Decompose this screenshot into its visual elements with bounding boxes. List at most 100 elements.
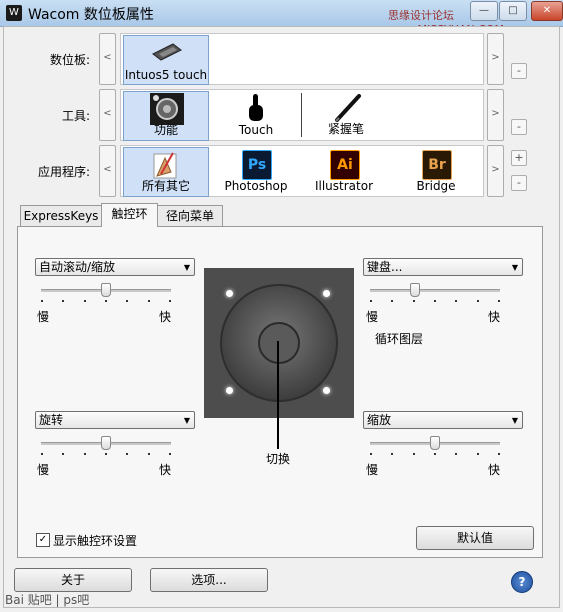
- tablet-remove-button[interactable]: -: [511, 63, 527, 79]
- tablet-icon: [152, 43, 182, 61]
- window-title: Wacom 数位板属性: [28, 7, 154, 23]
- tablet-scroll-right-button[interactable]: >: [487, 33, 504, 85]
- slider-tick: [477, 453, 479, 455]
- slider-track[interactable]: [370, 289, 500, 292]
- tool-item-grip-pen[interactable]: 紧握笔: [303, 91, 389, 139]
- dropdown-value: 自动滚动/缩放: [39, 260, 116, 274]
- chevron-down-icon: ▼: [183, 263, 190, 272]
- show-settings-checkbox[interactable]: ✓: [36, 533, 50, 547]
- tablet-strip: Intuos5 touch: [120, 33, 484, 85]
- slider-tick: [41, 453, 43, 455]
- bottom-right-mode-dropdown[interactable]: 缩放 ▼: [363, 411, 523, 429]
- slider-thumb[interactable]: [410, 283, 420, 297]
- center-button-label: 切换: [266, 452, 291, 466]
- tool-item-label: 功能: [153, 123, 178, 137]
- slider-thumb[interactable]: [430, 436, 440, 450]
- bottom-right-speed-slider[interactable]: 慢快: [366, 436, 500, 481]
- bridge-icon: Br: [422, 150, 452, 180]
- slider-tick: [126, 300, 128, 302]
- slider-slow-label: 慢: [366, 310, 379, 324]
- slider-tick: [41, 300, 43, 302]
- tool-item-touch[interactable]: Touch: [213, 91, 299, 139]
- slider-tick: [434, 453, 436, 455]
- app-add-button[interactable]: +: [511, 150, 527, 166]
- bottom-left-mode-dropdown[interactable]: 旋转 ▼: [35, 411, 195, 429]
- chevron-down-icon: ▼: [511, 263, 518, 272]
- minimize-button[interactable]: —: [470, 1, 498, 21]
- app-item-label: 所有其它: [141, 179, 190, 193]
- slider-tick: [84, 300, 86, 302]
- tab-expresskeys[interactable]: ExpressKeys: [20, 205, 102, 227]
- app-item-label: Bridge: [416, 179, 456, 193]
- slider-tick: [126, 453, 128, 455]
- top-left-mode-dropdown[interactable]: 自动滚动/缩放 ▼: [35, 258, 195, 276]
- help-icon[interactable]: ?: [511, 571, 533, 593]
- tool-scroll-left-button[interactable]: <: [99, 89, 116, 141]
- tab-radial-menu[interactable]: 径向菜单: [157, 205, 223, 227]
- slider-thumb[interactable]: [101, 436, 111, 450]
- tab-touchring[interactable]: 触控环: [101, 203, 158, 227]
- slider-thumb[interactable]: [101, 283, 111, 297]
- tablet-row-label: 数位板:: [49, 53, 90, 67]
- touch-hand-icon: [249, 94, 263, 121]
- options-button[interactable]: 选项...: [150, 568, 268, 592]
- slider-tick: [455, 300, 457, 302]
- ring-led-bottom-right: [323, 387, 330, 394]
- top-right-mode-dropdown[interactable]: 键盘... ▼: [363, 258, 523, 276]
- slider-tick: [455, 453, 457, 455]
- close-button[interactable]: ✕: [531, 1, 563, 21]
- photoshop-icon: Ps: [242, 150, 272, 180]
- app-item-illustrator[interactable]: Ai Illustrator: [301, 147, 387, 195]
- tool-item-functions[interactable]: 功能: [123, 91, 209, 141]
- slider-tick: [169, 453, 171, 455]
- app-remove-button[interactable]: -: [511, 175, 527, 191]
- bottom-left-speed-slider[interactable]: 慢快: [37, 436, 171, 481]
- center-button-pointer-line: [277, 341, 279, 449]
- slider-tick: [413, 300, 415, 302]
- show-settings-label: 显示触控环设置: [53, 534, 138, 548]
- app-item-all-others[interactable]: 所有其它: [123, 147, 209, 197]
- slider-tick: [169, 300, 171, 302]
- bottom-logo: Bai 贴吧 | ps吧: [5, 593, 90, 607]
- top-right-extra-label: 循环图层: [375, 332, 424, 346]
- slider-fast-label: 快: [159, 310, 172, 324]
- tool-remove-button[interactable]: -: [511, 119, 527, 135]
- app-item-bridge[interactable]: Br Bridge: [393, 147, 479, 195]
- dropdown-value: 缩放: [367, 413, 392, 427]
- slider-tick: [498, 300, 500, 302]
- touchring-panel: 自动滚动/缩放 ▼ 慢快 旋转 ▼ 慢快 键盘... ▼ 慢快 循环图层 缩放 ▼ 慢快: [17, 226, 543, 558]
- tablet-item-label: Intuos5 touch: [124, 68, 208, 82]
- about-button[interactable]: 关于: [14, 568, 132, 592]
- chevron-down-icon: ▼: [511, 416, 518, 425]
- slider-tick: [370, 453, 372, 455]
- tool-separator: [301, 93, 302, 137]
- top-right-speed-slider[interactable]: 慢快: [366, 283, 501, 328]
- slider-tick: [498, 453, 500, 455]
- app-scroll-left-button[interactable]: <: [99, 145, 116, 197]
- app-item-label: Photoshop: [224, 179, 288, 193]
- slider-tick: [148, 453, 150, 455]
- title-bar: W Wacom 数位板属性 思缘设计论坛 www.MISSYUAN.COM — …: [0, 0, 563, 36]
- tablet-scroll-left-button[interactable]: <: [99, 33, 116, 85]
- ring-led-top-left: [226, 290, 233, 297]
- tablet-item-intuos5[interactable]: Intuos5 touch: [123, 35, 209, 85]
- dropdown-value: 键盘...: [367, 260, 403, 274]
- tool-row-label: 工具:: [61, 109, 90, 123]
- app-scroll-right-button[interactable]: >: [487, 145, 504, 197]
- slider-tick: [391, 300, 393, 302]
- tool-item-label: 紧握笔: [327, 122, 364, 136]
- all-others-icon: [153, 152, 177, 179]
- app-strip: 所有其它 Ps Photoshop Ai Illustrator Br Brid…: [120, 145, 484, 197]
- app-item-photoshop[interactable]: Ps Photoshop: [213, 147, 299, 195]
- illustrator-icon: Ai: [330, 150, 360, 180]
- slider-tick: [105, 300, 107, 302]
- tool-scroll-right-button[interactable]: >: [487, 89, 504, 141]
- slider-tick: [148, 300, 150, 302]
- slider-fast-label: 快: [488, 310, 501, 324]
- touchring-image: [204, 268, 354, 418]
- slider-tick: [413, 453, 415, 455]
- maximize-button[interactable]: □: [499, 1, 527, 21]
- top-left-speed-slider[interactable]: 慢快: [37, 283, 172, 328]
- slider-tick: [105, 453, 107, 455]
- default-button[interactable]: 默认值: [416, 526, 534, 550]
